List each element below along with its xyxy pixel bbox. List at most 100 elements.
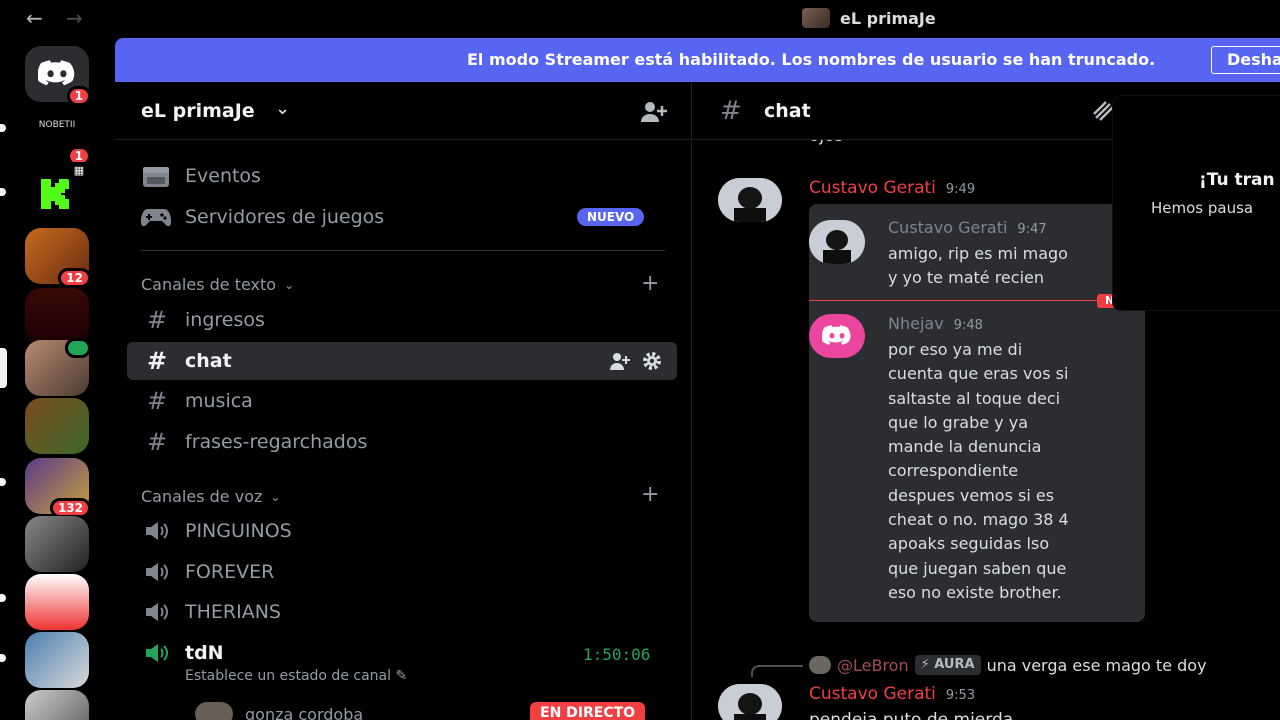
- reply-text: una verga ese mago te doy: [986, 655, 1207, 675]
- avatar[interactable]: [718, 178, 782, 222]
- server-icon-4[interactable]: [25, 288, 89, 344]
- channel-name: chat: [185, 350, 232, 372]
- speaker-live-icon: [143, 641, 171, 665]
- server-avatar: [802, 8, 830, 28]
- events-label: Eventos: [185, 165, 261, 187]
- back-arrow-icon[interactable]: ←: [26, 6, 43, 30]
- message-timestamp: 9:53: [945, 688, 976, 703]
- reply-connector: [751, 665, 803, 677]
- channel-musica[interactable]: # musica: [127, 382, 677, 420]
- text-line: despues vemos si es: [888, 485, 1055, 505]
- set-channel-status[interactable]: Establece un estado de canal ✎: [185, 668, 407, 684]
- avatar: [809, 314, 865, 358]
- live-badge: EN DIRECTO: [530, 702, 646, 720]
- text-line: correspondiente: [888, 461, 1019, 481]
- game-servers-label: Servidores de juegos: [185, 206, 385, 228]
- server-icon-9[interactable]: [25, 574, 89, 630]
- server-icon-7[interactable]: 132: [25, 458, 91, 518]
- selected-server-pill: [0, 348, 7, 388]
- text-line: amigo, rip es mi mago: [888, 244, 1068, 263]
- reply-author: @LeBron: [837, 655, 909, 675]
- home-button[interactable]: 1: [25, 46, 91, 106]
- event-calendar-icon: ▦: [67, 162, 91, 182]
- home-mention-badge: 1: [66, 86, 91, 106]
- server-icon-kick[interactable]: ▦: [25, 162, 91, 222]
- reply-preview[interactable]: @LeBron ⚡ AURA una verga ese mago te doy: [809, 655, 1207, 675]
- title-bar: ← → eL primaJe: [0, 0, 1280, 38]
- avatar[interactable]: [718, 684, 782, 720]
- message-timestamp: 9:48: [953, 318, 983, 333]
- role-tag: ⚡ AURA: [914, 655, 981, 675]
- channel-sidebar: eL primaJe ⌄ Eventos Servidores de juego…: [115, 82, 691, 720]
- channel-tools: [609, 351, 663, 371]
- hashtag-icon: #: [146, 387, 168, 415]
- avatar: [809, 220, 865, 264]
- message-author[interactable]: Custavo Gerati 9:49: [809, 178, 975, 198]
- hashtag-icon: #: [146, 428, 168, 456]
- server-icon-8[interactable]: [25, 516, 89, 572]
- voice-channel-forever[interactable]: FOREVER: [127, 553, 677, 591]
- message-text: pendeja puto de mierda: [809, 710, 1014, 720]
- game-servers-row[interactable]: Servidores de juegos: [141, 200, 384, 234]
- text-line: cuenta que eras vos si: [888, 364, 1069, 384]
- server-icon-10[interactable]: [25, 632, 89, 688]
- server-icon-6[interactable]: [25, 398, 89, 454]
- author-name: Custavo Gerati: [809, 684, 936, 704]
- text-line: que juegan saben que: [888, 558, 1067, 578]
- gamepad-icon: [141, 209, 171, 227]
- server-icon-11[interactable]: [25, 690, 89, 720]
- text-category-label: Canales de texto: [141, 275, 277, 294]
- quoted-text: amigo, rip es mi mago y yo te maté recie…: [888, 242, 1128, 291]
- text-line: y yo te maté recien: [888, 268, 1044, 288]
- channel-name: ingresos: [185, 309, 265, 331]
- server-icon-nobetii[interactable]: NOBETII 1: [25, 106, 91, 166]
- discord-window: ← → eL primaJe 1 NOBETII 1 ▦ 12 132 El m…: [0, 0, 1280, 720]
- text-line: por eso ya me di: [888, 340, 1023, 359]
- server-icon-3[interactable]: 12: [25, 228, 91, 288]
- disable-streamer-button[interactable]: Desha: [1211, 46, 1280, 74]
- quoted-author: Custavo Gerati 9:47: [888, 218, 1047, 237]
- text-line: mande la denuncia: [888, 437, 1042, 457]
- voice-user[interactable]: gonza cordoba: [195, 702, 363, 720]
- channel-name: PINGUINOS: [185, 520, 292, 542]
- author-name: Nhejav: [888, 314, 944, 333]
- channel-frases-regarchados[interactable]: # frases-regarchados: [127, 423, 677, 461]
- chevron-down-icon: ⌄: [270, 489, 281, 504]
- events-row[interactable]: Eventos: [141, 159, 261, 193]
- channel-ingresos[interactable]: # ingresos: [127, 301, 677, 339]
- voice-category-label: Canales de voz: [141, 487, 263, 506]
- server-avatar: [25, 690, 89, 720]
- add-voice-channel-icon[interactable]: +: [641, 482, 659, 507]
- message-timestamp: 9:47: [1017, 222, 1047, 237]
- channel-chat[interactable]: # chat: [127, 342, 677, 380]
- channel-name: THERIANS: [185, 601, 281, 623]
- voice-channel-therians[interactable]: THERIANS: [127, 593, 677, 631]
- forward-arrow-icon[interactable]: →: [66, 6, 83, 30]
- text-line: apoaks seguidas lso: [888, 534, 1050, 554]
- quoted-text: por eso ya me di cuenta que eras vos si …: [888, 338, 1128, 605]
- streamer-mode-banner: El modo Streamer está habilitado. Los no…: [115, 38, 1280, 82]
- invite-people-icon[interactable]: [639, 100, 669, 128]
- server-rail: 1 NOBETII 1 ▦ 12 132: [0, 38, 115, 720]
- server-avatar: [25, 632, 89, 688]
- message-author[interactable]: Custavo Gerati 9:53: [809, 684, 975, 704]
- gear-icon[interactable]: [641, 351, 663, 371]
- channel-name: frases-regarchados: [185, 431, 368, 453]
- server-icon-5[interactable]: [25, 338, 91, 396]
- create-invite-icon[interactable]: [609, 351, 631, 371]
- voice-category-header[interactable]: Canales de voz ⌄: [141, 487, 280, 506]
- text-line: saltaste al toque deci: [888, 388, 1061, 408]
- speaker-icon: [143, 600, 171, 624]
- voice-channel-pinguinos[interactable]: PINGUINOS: [127, 512, 677, 550]
- hashtag-icon: #: [720, 96, 742, 126]
- quoted-author: Nhejav 9:48: [888, 314, 983, 333]
- text-category-header[interactable]: Canales de texto ⌄: [141, 275, 294, 294]
- server-avatar: [25, 574, 89, 630]
- streamer-mode-text: El modo Streamer está habilitado. Los no…: [467, 50, 1156, 69]
- hashtag-icon: #: [146, 347, 168, 375]
- window-title: eL primaJe: [802, 8, 936, 28]
- chevron-down-icon: ⌄: [284, 277, 295, 292]
- role-tag-text: AURA: [934, 657, 975, 672]
- add-text-channel-icon[interactable]: +: [641, 271, 659, 296]
- guild-header[interactable]: eL primaJe ⌄: [115, 82, 691, 140]
